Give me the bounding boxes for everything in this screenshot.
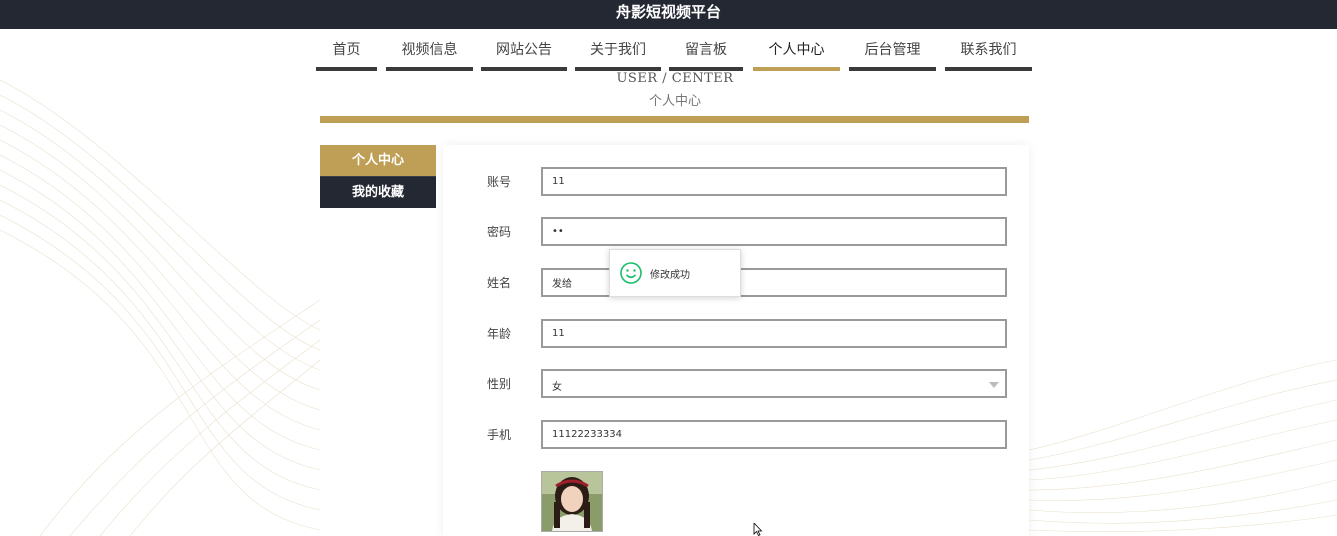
gender-select-value: 女	[552, 382, 562, 393]
heading-divider	[320, 116, 1029, 123]
nav-item-video-info[interactable]: 视频信息	[386, 40, 473, 71]
gender-label: 性别	[487, 377, 512, 391]
password-input[interactable]	[541, 217, 1007, 246]
gender-select[interactable]: 女	[541, 369, 1007, 398]
sidebar-item-my-favorites[interactable]: 我的收藏	[320, 176, 436, 208]
nav-item-home[interactable]: 首页	[316, 40, 377, 71]
top-header-bar: 舟影短视频平台	[0, 0, 1337, 29]
phone-input[interactable]	[541, 420, 1007, 449]
avatar-upload[interactable]	[541, 471, 603, 532]
name-label: 姓名	[487, 276, 512, 290]
nav-item-about-us[interactable]: 关于我们	[575, 40, 661, 71]
toast-message: 修改成功	[650, 270, 690, 281]
sidebar: 个人中心 我的收藏	[320, 145, 436, 536]
account-input[interactable]	[541, 167, 1007, 196]
main-navigation: 首页 视频信息 网站公告 关于我们 留言板 个人中心 后台管理 联系我们	[0, 40, 1337, 71]
password-row: 密码	[443, 217, 1029, 247]
password-label: 密码	[487, 225, 512, 239]
gender-row: 性别 女	[443, 369, 1029, 399]
age-input[interactable]	[541, 319, 1007, 348]
nav-item-admin[interactable]: 后台管理	[849, 40, 936, 71]
page-heading-chinese: 个人中心	[648, 94, 701, 109]
avatar-image	[542, 472, 602, 531]
age-row: 年龄	[443, 319, 1029, 349]
phone-label: 手机	[487, 428, 512, 442]
page-heading-english: USER / CENTER	[616, 71, 734, 86]
chevron-down-icon	[989, 382, 999, 388]
account-label: 账号	[487, 175, 512, 189]
nav-item-message-board[interactable]: 留言板	[669, 40, 743, 71]
mouse-cursor-icon	[753, 523, 763, 536]
phone-row: 手机	[443, 420, 1029, 450]
nav-item-announcements[interactable]: 网站公告	[481, 40, 567, 71]
nav-item-contact-us[interactable]: 联系我们	[945, 40, 1032, 71]
age-label: 年龄	[487, 327, 512, 341]
nav-item-user-center[interactable]: 个人中心	[753, 40, 840, 71]
account-row: 账号	[443, 167, 1029, 197]
site-title: 舟影短视频平台	[615, 3, 721, 21]
smile-icon	[620, 262, 642, 284]
sidebar-item-user-center[interactable]: 个人中心	[320, 145, 436, 176]
profile-form-panel: 账号 密码 姓名 年龄 性别 女 手机	[443, 145, 1029, 536]
success-toast: 修改成功	[609, 249, 741, 297]
